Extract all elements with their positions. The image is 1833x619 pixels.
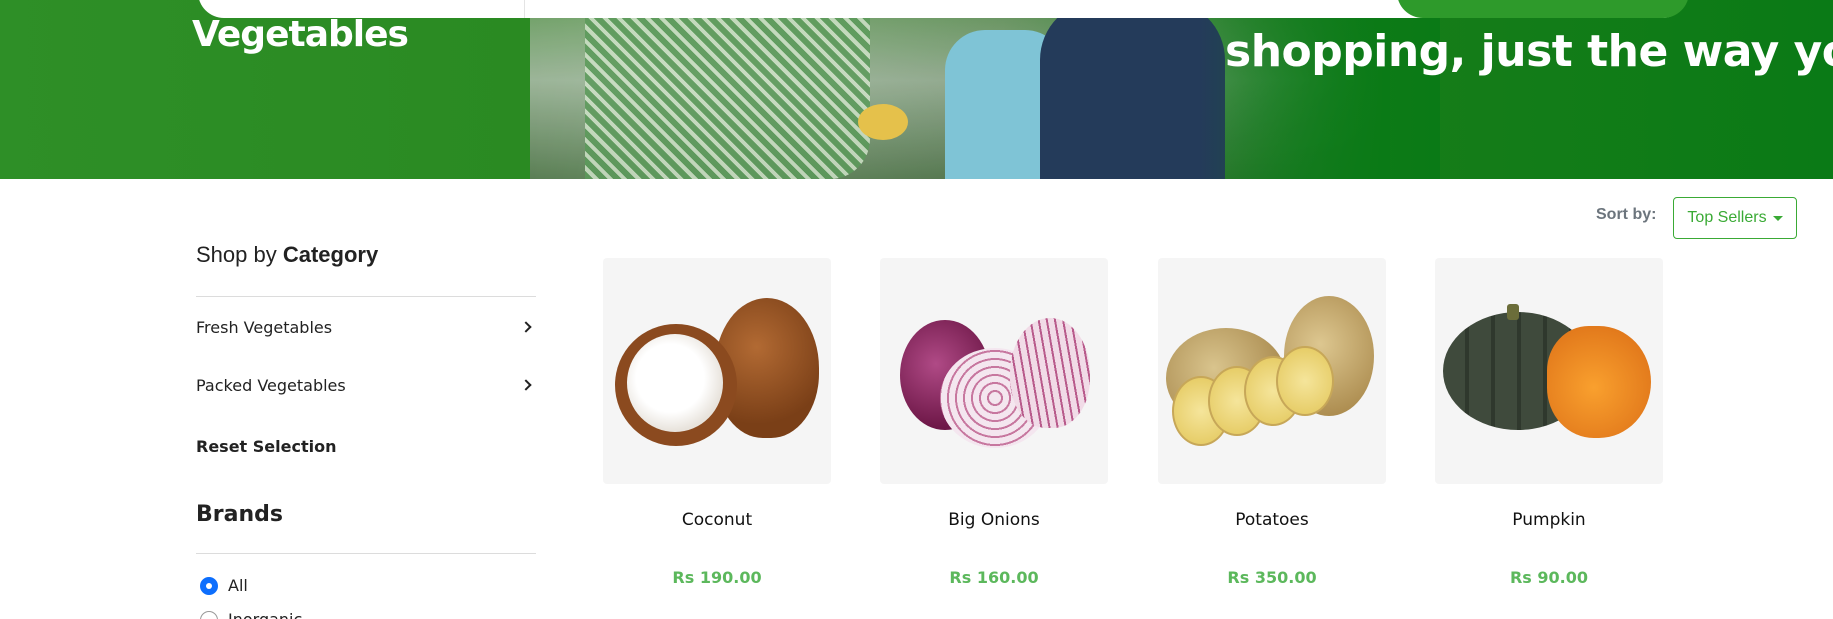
divider — [196, 553, 536, 554]
product-name[interactable]: Potatoes — [1158, 510, 1386, 530]
hero-slogan: shopping, just the way you lik — [1225, 26, 1833, 77]
product-card[interactable]: Coconut Rs 190.00 — [603, 258, 831, 587]
sort-label: Sort by: — [1596, 206, 1657, 223]
onion-image[interactable] — [880, 258, 1108, 484]
category-heading-prefix: Shop by — [196, 242, 283, 267]
product-price: Rs 90.00 — [1509, 568, 1589, 587]
product-card[interactable]: Pumpkin Rs 90.00 — [1435, 258, 1663, 587]
brands-heading: Brands — [196, 502, 283, 527]
hero-photo-fruit — [858, 104, 908, 140]
potato-image[interactable] — [1158, 258, 1386, 484]
sidebar-item-packed-vegetables[interactable]: Packed Vegetables — [196, 370, 536, 400]
caret-down-icon — [1772, 215, 1783, 221]
pumpkin-image[interactable] — [1435, 258, 1663, 484]
search-button[interactable] — [1397, 0, 1689, 18]
sort-selected-value: Top Sellers — [1687, 209, 1767, 226]
chevron-right-icon — [520, 379, 532, 391]
product-name[interactable]: Coconut — [603, 510, 831, 530]
sidebar-item-label: Packed Vegetables — [196, 375, 346, 395]
sidebar-item-fresh-vegetables[interactable]: Fresh Vegetables — [196, 312, 536, 342]
brand-option-label: All — [228, 576, 248, 595]
brand-option-all[interactable]: All — [200, 576, 248, 595]
radio-unchecked[interactable] — [200, 610, 218, 619]
radio-checked[interactable] — [200, 576, 218, 595]
sidebar-item-label: Fresh Vegetables — [196, 317, 333, 337]
product-card[interactable]: Big Onions Rs 160.00 — [880, 258, 1108, 587]
hero-photo-person — [1040, 0, 1225, 179]
brand-option-inorganic[interactable]: Inorganic — [200, 610, 302, 619]
category-heading: Shop by Category — [196, 242, 378, 268]
reset-selection-link[interactable]: Reset Selection — [196, 437, 336, 456]
coconut-image[interactable] — [603, 258, 831, 484]
product-name[interactable]: Big Onions — [880, 510, 1108, 530]
product-name[interactable]: Pumpkin — [1435, 510, 1663, 530]
hero-photo-person — [585, 0, 870, 179]
category-heading-bold: Category — [282, 242, 379, 267]
divider — [196, 296, 536, 297]
product-price: Rs 350.00 — [1227, 568, 1317, 587]
product-price: Rs 190.00 — [672, 568, 762, 587]
chevron-right-icon — [520, 321, 532, 333]
product-card[interactable]: Potatoes Rs 350.00 — [1158, 258, 1386, 587]
hero-banner: Vegetables shopping, just the way you li… — [0, 0, 1833, 179]
product-price: Rs 160.00 — [949, 568, 1039, 587]
page-title: Vegetables — [192, 14, 409, 55]
sort-dropdown[interactable]: Top Sellers — [1673, 197, 1797, 239]
brand-option-label: Inorganic — [228, 610, 302, 619]
search-divider — [524, 0, 525, 18]
